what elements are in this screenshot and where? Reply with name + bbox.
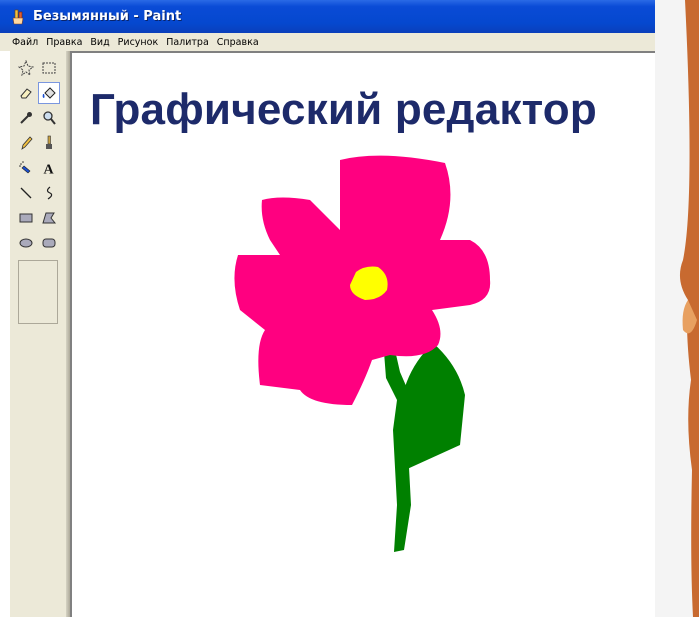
pencil-icon[interactable]	[15, 132, 37, 154]
rectangle-icon[interactable]	[15, 207, 37, 229]
menu-edit[interactable]: Правка	[42, 37, 86, 48]
drawing-canvas[interactable]	[72, 53, 655, 617]
toolbox: A	[10, 51, 66, 617]
menu-help[interactable]: Справка	[213, 37, 263, 48]
menu-image[interactable]: Рисунок	[114, 37, 163, 48]
text-icon[interactable]: A	[38, 157, 60, 179]
free-form-select-icon[interactable]	[15, 57, 37, 79]
tool-options-box[interactable]	[18, 260, 58, 324]
slide-heading: Графический редактор	[90, 85, 597, 134]
menu-palette[interactable]: Палитра	[162, 37, 213, 48]
curve-icon[interactable]	[38, 182, 60, 204]
eraser-icon[interactable]	[15, 82, 37, 104]
airbrush-icon[interactable]	[15, 157, 37, 179]
flower-drawing	[234, 155, 491, 552]
magnifier-icon[interactable]	[38, 107, 60, 129]
slide-right-strip	[655, 0, 699, 617]
fill-bucket-icon[interactable]	[38, 82, 60, 104]
ellipse-icon[interactable]	[15, 232, 37, 254]
paint-app-icon[interactable]	[10, 9, 26, 25]
polygon-icon[interactable]	[38, 207, 60, 229]
menu-bar: Файл Правка Вид Рисунок Палитра Справка	[0, 33, 655, 51]
window-title: Безымянный - Paint	[33, 9, 182, 24]
flower-leaf	[400, 343, 465, 470]
title-bar: Безымянный - Paint	[0, 0, 655, 33]
brush-icon[interactable]	[38, 132, 60, 154]
svg-text:A: A	[44, 163, 55, 177]
rect-select-icon[interactable]	[38, 57, 60, 79]
decorative-pencil-icon	[679, 0, 699, 617]
menu-file[interactable]: Файл	[0, 37, 42, 48]
color-picker-icon[interactable]	[15, 107, 37, 129]
line-icon[interactable]	[15, 182, 37, 204]
menu-view[interactable]: Вид	[86, 37, 113, 48]
rounded-rectangle-icon[interactable]	[38, 232, 60, 254]
